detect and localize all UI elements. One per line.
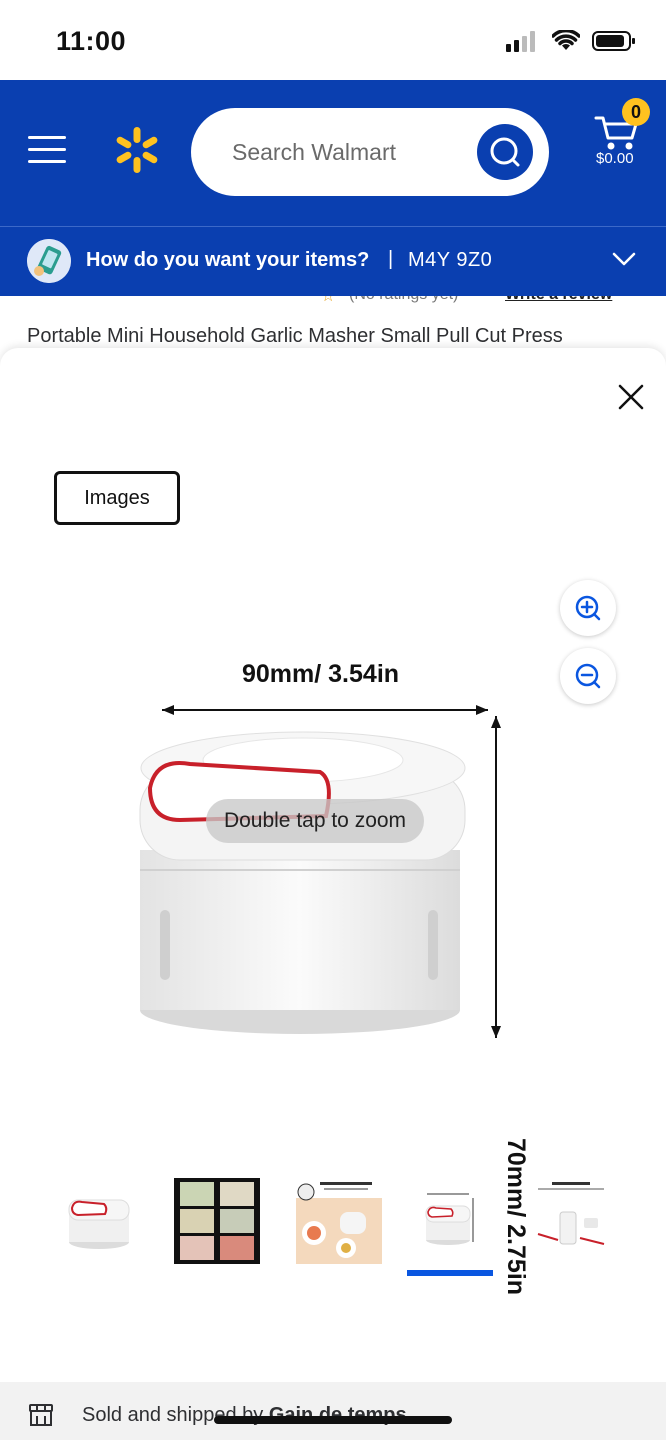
ratings-status: (No ratings yet) (349, 296, 458, 304)
close-icon[interactable] (614, 380, 648, 414)
delivery-separator: | (388, 248, 394, 270)
store-icon (29, 1404, 53, 1426)
home-indicator (214, 1416, 452, 1424)
battery-icon (592, 31, 635, 51)
product-title: Portable Mini Household Garlic Masher Sm… (27, 325, 563, 347)
zoom-out-icon (575, 663, 601, 689)
tab-images[interactable]: Images (54, 471, 180, 525)
signal-icon (506, 31, 535, 52)
delivery-illustration-icon (27, 239, 71, 283)
ratings-row: ☆ (No ratings yet) Write a review (27, 296, 666, 305)
search-placeholder: Search Walmart (232, 139, 397, 165)
star-icon: ☆ (321, 296, 336, 305)
dimension-width-label: 90mm/ 3.54in (242, 660, 400, 688)
search-icon (490, 137, 520, 167)
search-input[interactable]: Search Walmart (191, 108, 549, 196)
zoom-in-button[interactable] (560, 580, 616, 636)
thumb-product-front[interactable] (56, 1178, 142, 1264)
zoom-in-icon (575, 595, 601, 621)
zoom-out-button[interactable] (560, 648, 616, 704)
walmart-spark-logo[interactable] (112, 125, 162, 175)
status-bar: 11:00 (0, 0, 666, 80)
cart-total: $0.00 (596, 150, 634, 167)
product-page-background: ☆ (No ratings yet) Write a review Portab… (0, 296, 666, 356)
chevron-down-icon[interactable] (612, 251, 636, 267)
status-icons (506, 30, 636, 52)
image-viewer-modal: Images 90mm/ 3.54in 70mm/ 2.75in Double … (0, 348, 666, 1382)
product-main-image[interactable] (120, 660, 560, 1090)
thumb-dimensions[interactable] (407, 1178, 493, 1264)
delivery-postal-code: M4Y 9Z0 (408, 249, 493, 271)
delivery-question: How do you want your items? (86, 249, 370, 271)
cart-count-badge: 0 (622, 98, 650, 126)
thumb-chopped-vegetables-grid[interactable] (174, 1178, 260, 1264)
thumbnail-strip (56, 1178, 616, 1278)
status-time: 11:00 (56, 26, 127, 56)
thumb-cycle-smash[interactable] (528, 1178, 614, 1264)
thumb-food-grade-steel[interactable] (296, 1178, 382, 1264)
search-button[interactable] (477, 124, 533, 180)
delivery-options-bar[interactable]: How do you want your items? | M4Y 9Z0 (0, 226, 666, 296)
cart-button[interactable]: 0 $0.00 (588, 98, 650, 178)
wifi-icon (552, 30, 580, 50)
write-review-link[interactable]: Write a review (505, 296, 612, 304)
seller-info-bar[interactable]: Sold and shipped by Gain de temps (0, 1382, 666, 1440)
thumbnail-selected-indicator (407, 1270, 493, 1276)
hamburger-menu-icon[interactable] (28, 136, 66, 164)
site-header: Search Walmart 0 $0.00 (0, 80, 666, 226)
zoom-hint: Double tap to zoom (206, 799, 424, 843)
